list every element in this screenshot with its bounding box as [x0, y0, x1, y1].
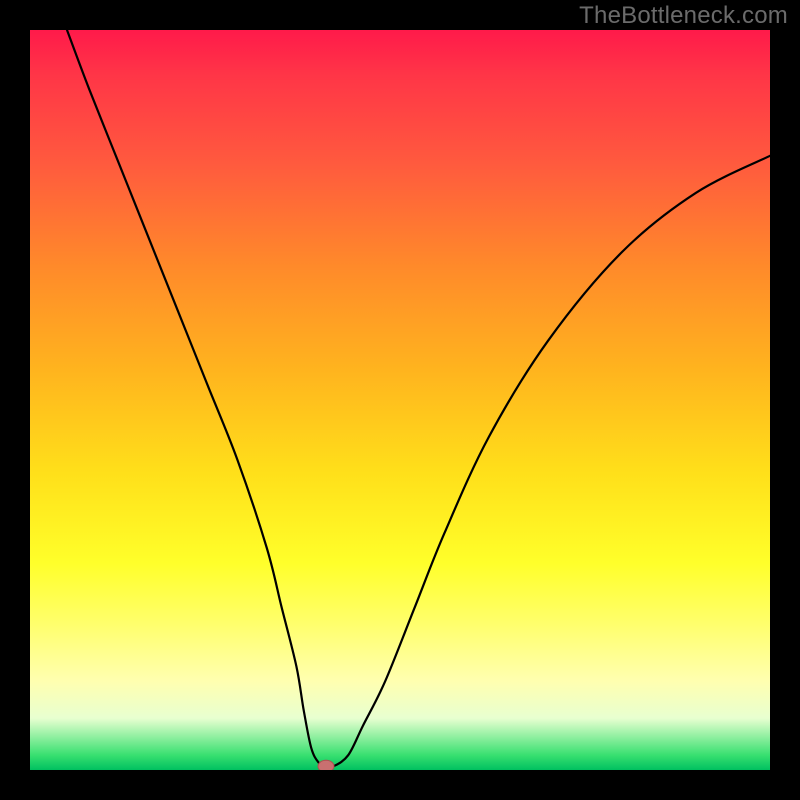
bottleneck-curve [67, 30, 770, 767]
attribution-text: TheBottleneck.com [579, 2, 788, 30]
curve-svg [30, 30, 770, 770]
chart-frame: TheBottleneck.com [0, 0, 800, 800]
plot-area [30, 30, 770, 770]
optimal-marker [318, 760, 334, 770]
